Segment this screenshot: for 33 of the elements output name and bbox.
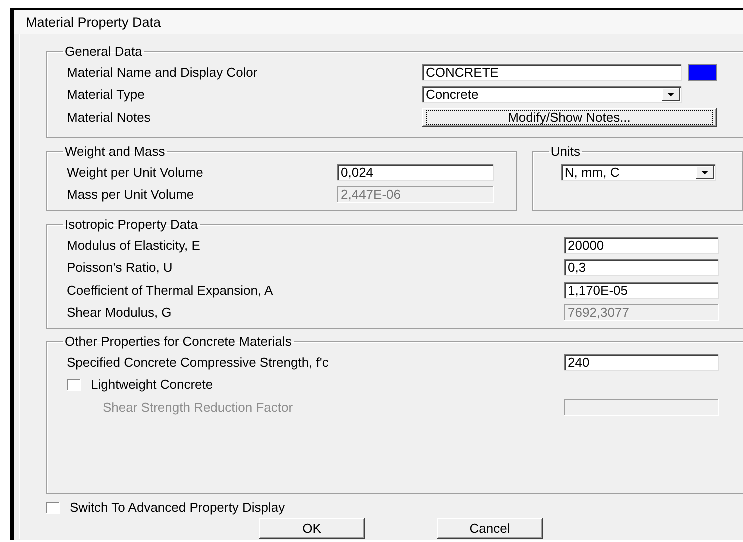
- text-field[interactable]: 0,024: [337, 164, 494, 181]
- field-label: Shear Modulus, G: [67, 305, 173, 320]
- field-label: Weight per Unit Volume: [67, 164, 204, 180]
- text-field[interactable]: 240: [564, 354, 719, 371]
- field-label: Coefficient of Thermal Expansion, A: [67, 282, 274, 298]
- window-title: Material Property Data: [14, 10, 743, 34]
- group-title: Other Properties for Concrete Materials: [64, 334, 293, 349]
- field-label: Shear Strength Reduction Factor: [102, 400, 294, 415]
- field-label: Specified Concrete Compressive Strength, f'c: [67, 354, 330, 370]
- field-label: Poisson's Ratio, U: [67, 260, 174, 276]
- field-label: Modulus of Elasticity, E: [67, 238, 202, 253]
- dialog-button[interactable]: OK: [259, 518, 365, 539]
- field-label: Material Notes: [67, 110, 152, 125]
- checkbox-label: Lightweight Concrete: [91, 377, 214, 392]
- group-title: Isotropic Property Data: [64, 217, 199, 232]
- field-label: Material Type: [67, 87, 146, 102]
- group-title: General Data: [64, 44, 144, 59]
- group-title: Units: [550, 144, 582, 159]
- checkbox[interactable]: [67, 378, 81, 391]
- group-title: Weight and Mass: [64, 144, 166, 159]
- field-label: Mass per Unit Volume: [67, 187, 196, 202]
- units-dropdown[interactable]: N, mm, C: [560, 164, 716, 181]
- text-field[interactable]: CONCRETE: [422, 64, 682, 81]
- text-field[interactable]: 1,170E-05: [564, 282, 719, 299]
- color-swatch[interactable]: [688, 64, 717, 81]
- checkbox[interactable]: [46, 502, 60, 514]
- field-label: Material Name and Display Color: [67, 64, 259, 80]
- dialog-button[interactable]: Cancel: [437, 518, 543, 539]
- notes-button[interactable]: Modify/Show Notes...: [422, 108, 717, 127]
- text-field[interactable]: 20000: [564, 236, 719, 254]
- text-field[interactable]: 0,3: [564, 259, 719, 276]
- dropdown[interactable]: Concrete: [422, 86, 682, 104]
- checkbox-label: Switch To Advanced Property Display: [70, 500, 286, 515]
